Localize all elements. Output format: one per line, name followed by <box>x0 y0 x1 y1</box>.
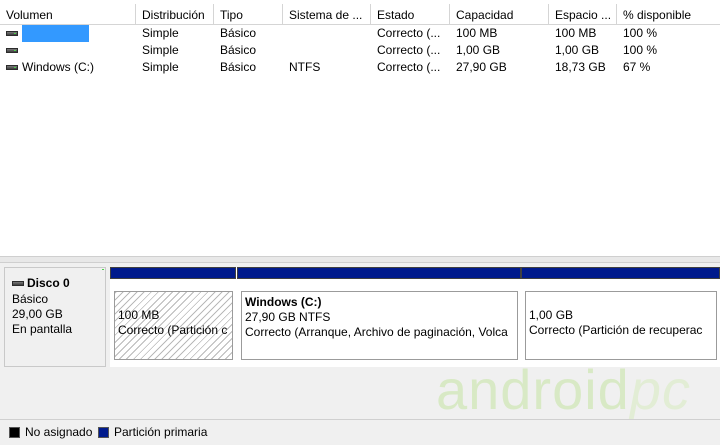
legend-bar: No asignado Partición primaria <box>0 419 720 445</box>
partition-status: Correcto (Partición de recuperac <box>529 323 703 337</box>
partition-size: 27,90 GB NTFS <box>245 310 331 324</box>
table-row[interactable]: Simple Básico Correcto (... 100 MB 100 M… <box>0 25 720 42</box>
disk-state: En pantalla <box>12 322 73 336</box>
legend-unallocated: No asignado <box>9 426 92 438</box>
partition-system-reserved[interactable]: 100 MB Correcto (Partición c <box>110 267 236 367</box>
drive-icon <box>12 280 24 286</box>
partition-body[interactable]: 1,00 GB Correcto (Partición de recuperac <box>525 291 717 360</box>
column-layout[interactable]: Distribución <box>136 4 214 24</box>
cell-percent-free: 100 % <box>623 43 658 57</box>
partition-size: 100 MB <box>118 308 160 322</box>
cell-layout: Simple <box>142 60 179 74</box>
drive-icon <box>6 48 18 53</box>
cell-type: Básico <box>220 60 257 74</box>
cell-volume: Windows (C:) <box>22 60 95 74</box>
partition-status: Correcto (Arranque, Archivo de paginació… <box>245 325 508 339</box>
column-header: Volumen Distribución Tipo Sistema de ...… <box>0 4 720 25</box>
disk-title: Disco 0 <box>27 276 70 290</box>
androidpc-watermark: androidpc <box>436 358 691 421</box>
pane-splitter[interactable] <box>0 256 720 263</box>
column-capacity[interactable]: Capacidad <box>450 4 549 24</box>
cell-capacity: 27,90 GB <box>456 60 507 74</box>
column-status[interactable]: Estado <box>371 4 450 24</box>
cell-type: Básico <box>220 26 257 40</box>
cell-filesystem: NTFS <box>289 60 321 74</box>
partition-bar <box>521 267 720 279</box>
partition-windows[interactable]: Windows (C:) 27,90 GB NTFS Correcto (Arr… <box>237 267 521 367</box>
partition-name: Windows (C:) <box>245 295 322 309</box>
partition-body[interactable]: 100 MB Correcto (Partición c <box>114 291 233 360</box>
partition-strip: 100 MB Correcto (Partición c Windows (C:… <box>110 267 720 367</box>
legend-primary-partition: Partición primaria <box>98 426 207 438</box>
cell-status: Correcto (... <box>377 60 441 74</box>
partition-bar <box>237 267 521 279</box>
cell-type: Básico <box>220 43 257 57</box>
cell-status: Correcto (... <box>377 43 441 57</box>
partition-recovery[interactable]: 1,00 GB Correcto (Partición de recuperac <box>521 267 720 367</box>
legend-swatch-blue <box>98 426 109 438</box>
disk-info-panel[interactable]: Disco 0 Básico 29,00 GB En pantalla <box>4 267 106 367</box>
cell-status: Correcto (... <box>377 26 441 40</box>
table-row[interactable]: Windows (C:) Simple Básico NTFS Correcto… <box>0 59 720 76</box>
cell-free-space: 1,00 GB <box>555 43 600 57</box>
cell-layout: Simple <box>142 26 179 40</box>
column-percent-free[interactable]: % disponible <box>617 4 720 24</box>
partition-status: Correcto (Partición c <box>118 323 228 337</box>
cell-free-space: 100 MB <box>555 26 597 40</box>
drive-icon <box>6 65 18 70</box>
drive-icon <box>6 31 18 36</box>
cell-free-space: 18,73 GB <box>555 60 606 74</box>
cell-capacity: 1,00 GB <box>456 43 501 57</box>
volume-list: Volumen Distribución Tipo Sistema de ...… <box>0 0 720 256</box>
legend-swatch-black <box>9 426 20 438</box>
partition-bar <box>110 267 236 279</box>
cell-percent-free: 67 % <box>623 60 651 74</box>
column-volume[interactable]: Volumen <box>0 4 136 24</box>
cell-capacity: 100 MB <box>456 26 498 40</box>
partition-body[interactable]: Windows (C:) 27,90 GB NTFS Correcto (Arr… <box>241 291 518 360</box>
column-free-space[interactable]: Espacio ... <box>549 4 617 24</box>
partition-size: 1,00 GB <box>529 308 574 322</box>
column-type[interactable]: Tipo <box>214 4 283 24</box>
disk-type: Básico <box>12 292 49 306</box>
table-row[interactable]: Simple Básico Correcto (... 1,00 GB 1,00… <box>0 42 720 59</box>
column-filesystem[interactable]: Sistema de ... <box>283 4 371 24</box>
selected-volume-highlight[interactable] <box>22 25 89 42</box>
disk-size: 29,00 GB <box>12 307 63 321</box>
cell-layout: Simple <box>142 43 179 57</box>
cell-percent-free: 100 % <box>623 26 658 40</box>
